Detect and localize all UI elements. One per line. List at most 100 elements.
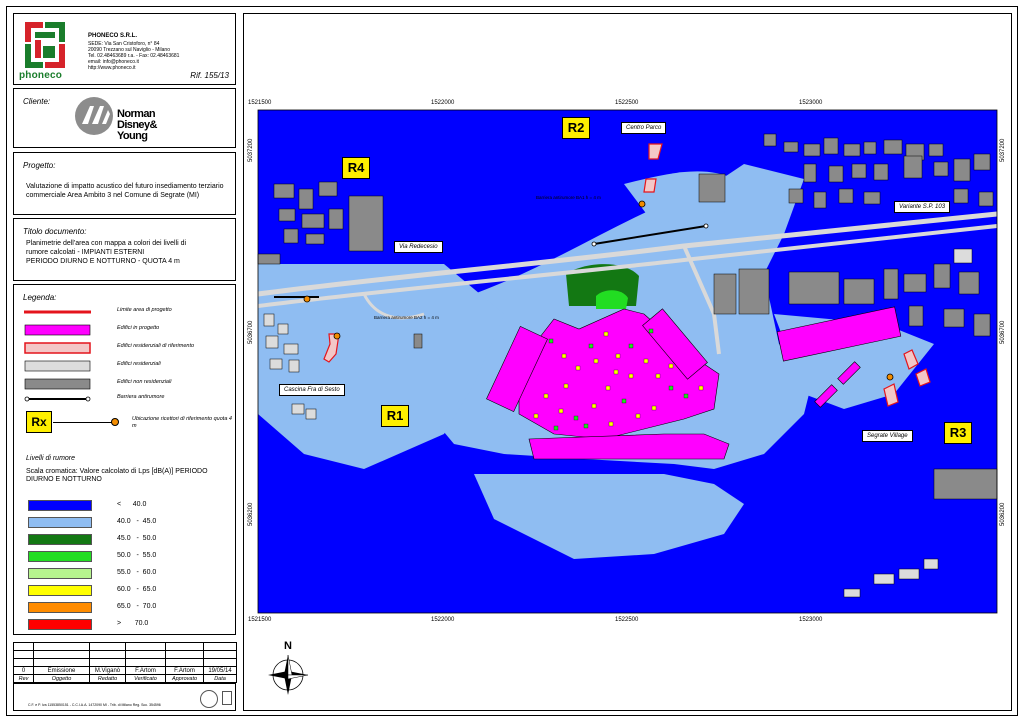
reference-residential-r2b	[643, 178, 657, 193]
receiver-tag-r4[interactable]: R4	[342, 157, 370, 179]
hotspot-cell	[613, 369, 619, 375]
legend-text: Edifici residenziali	[117, 361, 161, 367]
color-scale-swatch	[28, 500, 92, 511]
revision-cell	[203, 642, 237, 651]
legend-item-reference-residential: Edifici residenziali di riferimento	[14, 341, 237, 355]
revision-cell: F.Artom	[125, 666, 166, 675]
hotspot-cell	[643, 358, 649, 364]
hotspot-cell	[558, 408, 564, 414]
non-residential-building	[903, 273, 927, 293]
non-residential-building	[953, 188, 969, 204]
revision-cell	[165, 642, 204, 651]
coord-x-top-3: 1522500	[615, 100, 639, 106]
non-residential-building	[883, 268, 899, 300]
non-residential-building	[738, 268, 770, 315]
non-residential-building	[958, 271, 980, 295]
non-residential-building	[413, 333, 423, 349]
coord-y-left-3: 5036200	[248, 502, 254, 526]
residential-building	[277, 323, 289, 335]
receiver-dot-r2[interactable]	[638, 200, 646, 208]
revision-cell	[89, 650, 126, 659]
phoneco-logo-icon	[25, 22, 65, 68]
revision-cell	[203, 658, 237, 667]
revision-header-cell: Verificato	[125, 674, 166, 683]
document-title-line-2: rumore calcolati - IMPIANTI ESTERNI	[26, 249, 145, 256]
revision-cell	[125, 658, 166, 667]
non-residential-building	[838, 188, 854, 204]
north-arrow-icon: N	[268, 640, 309, 695]
map-panel: 1521500 1522000 1522500 1523000 1521500 …	[243, 13, 1012, 711]
non-residential-building	[828, 165, 844, 183]
label-segrate-village: Segrate Village	[862, 430, 913, 442]
color-scale-row: 45.0 - 50.0	[28, 534, 228, 545]
legend-item-noise-barrier: Barriera antirumore	[14, 392, 237, 406]
pink-swatch-icon	[24, 342, 91, 354]
receiver-leader-line	[53, 422, 113, 423]
coord-y-left-1: 5037200	[248, 138, 254, 162]
receiver-dot-r3[interactable]	[886, 373, 894, 381]
color-scale-swatch	[28, 568, 92, 579]
noise-map[interactable]	[244, 14, 1013, 712]
non-residential-building	[273, 183, 295, 199]
document-title-label: Titolo documento:	[23, 227, 87, 236]
document-title-line-3: PERIODO DIURNO E NOTTURNO - QUOTA 4 m	[26, 258, 180, 265]
receiver-tag-r1[interactable]: R1	[381, 405, 409, 427]
legend-item-project-buildings: Edifici in progetto	[14, 323, 237, 337]
hotspot-cell	[668, 363, 674, 369]
hotspot-cell	[683, 393, 689, 399]
non-residential-building	[301, 213, 325, 229]
coord-y-right-2: 5036700	[1000, 320, 1006, 344]
coord-x-top-2: 1522000	[431, 100, 455, 106]
receiver-badge: Rx	[26, 411, 52, 433]
non-residential-building	[953, 158, 971, 182]
non-residential-building	[813, 191, 827, 209]
non-residential-building	[928, 143, 944, 157]
non-residential-building	[698, 173, 726, 203]
hotspot-cell	[563, 383, 569, 389]
color-scale-row: 65.0 - 70.0	[28, 602, 228, 613]
document-title-description: Planimetrie dell'area con mappa a colori…	[26, 239, 234, 266]
footer-box: C.F. e P. Iva 11553850151 - C.C.I.A.A. 1…	[13, 683, 236, 711]
hotspot-cell	[588, 343, 594, 349]
residential-building	[898, 568, 920, 580]
logo-wordmark: phoneco	[19, 70, 63, 81]
revision-cell: Emissione	[33, 666, 90, 675]
color-scale-range: 65.0 - 70.0	[117, 603, 157, 610]
company-website: http://www.phoneco.it	[88, 65, 136, 71]
company-box: phoneco PHONECO S.R.L. SEDE: Via San Cri…	[13, 13, 236, 85]
receiver-tag-r3[interactable]: R3	[944, 422, 972, 444]
hotspot-cell	[591, 403, 597, 409]
non-residential-building	[788, 188, 804, 204]
hotspot-cell	[533, 413, 539, 419]
color-scale-swatch	[28, 551, 92, 562]
revision-cell	[89, 658, 126, 667]
receiver-dot-r1[interactable]	[333, 332, 341, 340]
revision-cell: 19/05/14	[203, 666, 237, 675]
non-residential-building	[933, 263, 951, 289]
legend-item-project-limit: Limite area di progetto	[14, 305, 237, 319]
receiver-tag-r2[interactable]: R2	[562, 117, 590, 139]
legend-label: Legenda:	[23, 293, 57, 302]
revision-row: 0 Emissione M.Viganò F.Artom F.Artom 19/05/14	[13, 666, 237, 675]
color-scale-range: 40.0 - 45.0	[117, 518, 157, 525]
revision-cell	[33, 658, 90, 667]
color-scale-row: > 70.0	[28, 619, 228, 630]
color-scale-swatch	[28, 534, 92, 545]
hotspot-cell	[548, 338, 554, 344]
receiver-dot-r4[interactable]	[303, 295, 311, 303]
coord-x-bottom-3: 1522500	[615, 617, 639, 623]
label-via-redecesio: Via Redecesio	[394, 241, 443, 253]
legend-text: Edifici residenziali di riferimento	[117, 343, 195, 349]
hotspot-cell	[603, 331, 609, 337]
residential-building	[263, 313, 275, 327]
revision-header-row: Rev Oggetto Redatto Verificato Approvato Data	[13, 674, 237, 683]
revision-cell	[33, 650, 90, 659]
document-title-box: Titolo documento: Planimetrie dell'area …	[13, 218, 236, 281]
hotspot-cell	[553, 425, 559, 431]
color-scale-caption: Scala cromatica: Valore calcolato di Lps…	[26, 468, 208, 483]
coord-y-left-2: 5036700	[248, 320, 254, 344]
color-scale-row: 55.0 - 60.0	[28, 568, 228, 579]
north-label: N	[284, 640, 292, 652]
barrier-note-ba2: Barriera antirumore BA2 h = 4 m	[374, 315, 439, 320]
hotspot-cell	[575, 365, 581, 371]
